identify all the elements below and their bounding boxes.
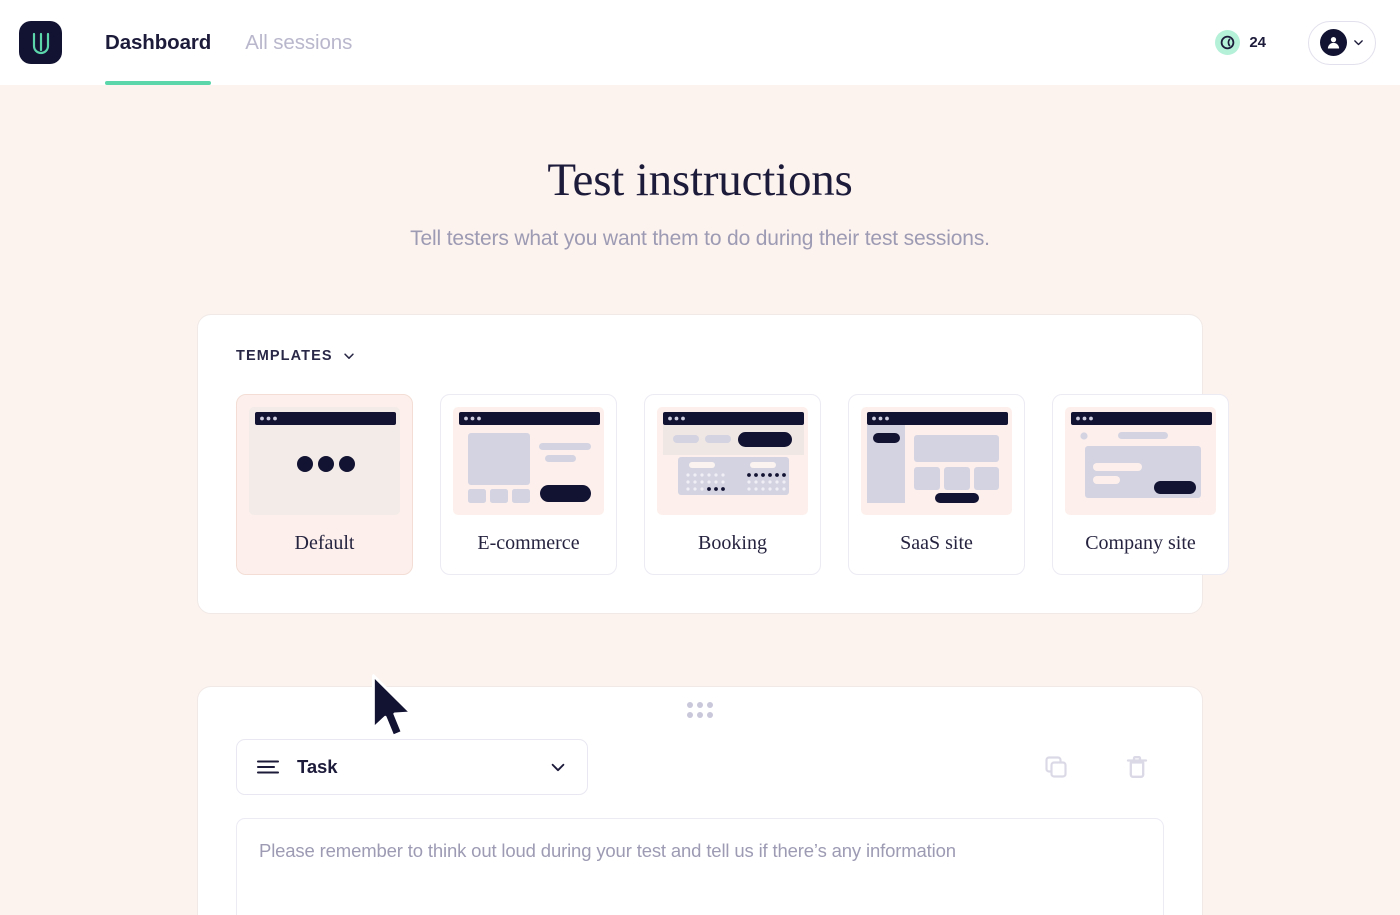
chevron-down-icon	[549, 758, 567, 776]
thumbnail-default-art	[249, 407, 400, 515]
logo-u-icon	[30, 31, 52, 55]
template-label-ecommerce: E-commerce	[453, 515, 604, 574]
chevron-down-icon	[342, 349, 356, 363]
avatar-person-glyph	[1325, 34, 1342, 51]
tab-dashboard-label: Dashboard	[105, 31, 211, 55]
templates-section-label: TEMPLATES	[236, 348, 333, 364]
template-thumbnail-default	[249, 407, 400, 515]
account-menu-button[interactable]	[1308, 21, 1376, 65]
templates-section-toggle[interactable]: TEMPLATES	[236, 348, 356, 364]
page-title: Test instructions	[0, 85, 1400, 207]
template-label-booking: Booking	[657, 515, 808, 574]
drag-dot	[707, 702, 713, 708]
thumbnail-company-art	[1065, 407, 1216, 515]
delete-button[interactable]	[1122, 752, 1152, 782]
tab-all-sessions[interactable]: All sessions	[245, 0, 352, 85]
credits-indicator[interactable]: 24	[1215, 30, 1266, 55]
templates-list: Default	[236, 394, 1164, 575]
trash-icon	[1123, 753, 1151, 781]
drag-handle-icon[interactable]	[687, 687, 713, 718]
template-card-default[interactable]: Default	[236, 394, 413, 575]
page-subtitle: Tell testers what you want them to do du…	[0, 227, 1400, 251]
topbar-right-group: 24	[1215, 21, 1376, 65]
drag-dot	[687, 702, 693, 708]
credit-c-glyph	[1220, 35, 1235, 50]
credit-coin-icon	[1215, 30, 1240, 55]
copy-icon	[1042, 753, 1070, 781]
task-block-card: Task	[197, 686, 1203, 915]
drag-dot	[697, 712, 703, 718]
template-card-saas[interactable]: SaaS site	[848, 394, 1025, 575]
top-navigation-bar: Dashboard All sessions 24	[0, 0, 1400, 85]
primary-tabs: Dashboard All sessions	[105, 0, 352, 85]
task-header-row: Task	[236, 739, 1164, 795]
templates-card: TEMPLATES	[197, 314, 1203, 614]
template-thumbnail-saas	[861, 407, 1012, 515]
thumbnail-booking-art	[657, 407, 808, 515]
task-actions-group	[1041, 752, 1164, 782]
task-type-select[interactable]: Task	[236, 739, 588, 795]
drag-dot	[707, 712, 713, 718]
tab-dashboard[interactable]: Dashboard	[105, 0, 211, 85]
duplicate-button[interactable]	[1041, 752, 1071, 782]
tab-all-sessions-label: All sessions	[245, 31, 352, 55]
template-label-company: Company site	[1065, 515, 1216, 574]
chevron-down-icon	[1352, 36, 1365, 49]
template-card-company[interactable]: Company site	[1052, 394, 1229, 575]
credit-count-label: 24	[1249, 34, 1266, 51]
template-thumbnail-booking	[657, 407, 808, 515]
template-thumbnail-ecommerce	[453, 407, 604, 515]
list-lines-icon	[256, 758, 280, 776]
user-avatar-icon	[1320, 29, 1347, 56]
task-type-value: Task	[297, 756, 337, 778]
app-logo[interactable]	[19, 21, 62, 64]
template-label-saas: SaaS site	[861, 515, 1012, 574]
template-thumbnail-company	[1065, 407, 1216, 515]
template-card-booking[interactable]: Booking	[644, 394, 821, 575]
thumbnail-ecommerce-art	[453, 407, 604, 515]
drag-dot	[687, 712, 693, 718]
page-body: Test instructions Tell testers what you …	[0, 85, 1400, 915]
template-card-ecommerce[interactable]: E-commerce	[440, 394, 617, 575]
task-instruction-input[interactable]	[236, 818, 1164, 915]
template-label-default: Default	[249, 515, 400, 574]
drag-dot	[697, 702, 703, 708]
thumbnail-saas-art	[861, 407, 1012, 515]
